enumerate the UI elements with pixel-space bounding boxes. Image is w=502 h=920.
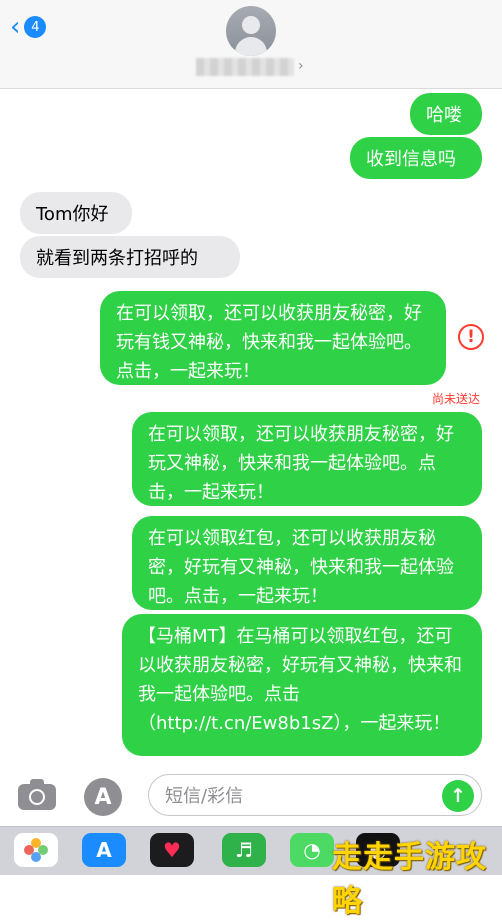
app-store-icon[interactable]: A xyxy=(82,833,126,867)
photos-icon[interactable] xyxy=(14,833,58,867)
send-button[interactable]: ↑ xyxy=(442,780,474,812)
message-input[interactable]: 短信/彩信 xyxy=(148,774,482,816)
music-app-icon[interactable]: ♬ xyxy=(222,833,266,867)
send-arrow-icon: ↑ xyxy=(450,785,466,807)
heart-app-icon[interactable]: ♥ xyxy=(150,833,194,867)
conversation-header: ‹ 4 › xyxy=(0,0,502,89)
message-text: Tom你好 xyxy=(36,204,109,225)
contact-avatar[interactable] xyxy=(226,6,276,56)
message-bubble-outgoing[interactable]: 在可以领取，还可以收获朋友秘密，好玩又神秘，快来和我一起体验吧。点击，一起来玩！ xyxy=(132,412,482,506)
message-text: 哈喽 xyxy=(426,105,462,126)
message-bubble-outgoing[interactable]: 在可以领取红包，还可以收获朋友秘密，好玩有又神秘，快来和我一起体验吧。点击，一起… xyxy=(132,516,482,610)
contact-details-chevron-icon[interactable]: › xyxy=(298,58,304,74)
chevron-left-icon: ‹ xyxy=(10,12,21,42)
message-bubble-incoming[interactable]: Tom你好 xyxy=(20,192,132,234)
message-text: 【马桶MT】在马桶可以领取红包，还可以收获朋友秘密，好玩有又神秘，快来和我一起体… xyxy=(138,626,462,734)
send-failed-icon[interactable]: ! xyxy=(458,324,484,350)
message-input-placeholder: 短信/彩信 xyxy=(165,786,244,807)
person-body-icon xyxy=(235,37,267,56)
message-bubble-outgoing-failed[interactable]: 在可以领取，还可以收获朋友秘密，好玩有钱又神秘，快来和我一起体验吧。点击，一起来… xyxy=(100,291,446,385)
message-text: 在可以领取，还可以收获朋友秘密，好玩有钱又神秘，快来和我一起体验吧。点击，一起来… xyxy=(116,303,422,382)
back-button[interactable]: ‹ 4 xyxy=(10,12,47,42)
message-bubble-outgoing[interactable]: 收到信息吗 xyxy=(350,137,482,179)
camera-icon[interactable] xyxy=(18,779,56,810)
green-app-icon[interactable]: ◔ xyxy=(290,833,334,867)
photos-flower-icon xyxy=(24,838,48,862)
message-text: 在可以领取红包，还可以收获朋友秘密，好玩有又神秘，快来和我一起体验吧。点击，一起… xyxy=(148,528,454,607)
message-bubble-outgoing[interactable]: 【马桶MT】在马桶可以领取红包，还可以收获朋友秘密，好玩有又神秘，快来和我一起体… xyxy=(122,614,482,756)
message-text: 收到信息吗 xyxy=(366,149,456,170)
message-bubble-incoming[interactable]: 就看到两条打招呼的 xyxy=(20,236,240,278)
message-text: 就看到两条打招呼的 xyxy=(36,248,198,269)
app-store-icon[interactable]: A xyxy=(84,778,122,816)
message-text: 在可以领取，还可以收获朋友秘密，好玩又神秘，快来和我一起体验吧。点击，一起来玩！ xyxy=(148,424,454,503)
not-delivered-label: 尚未送达 xyxy=(431,392,480,406)
blurred-contact-name[interactable] xyxy=(196,58,294,76)
person-head-icon xyxy=(242,16,260,34)
message-bubble-outgoing[interactable]: 哈喽 xyxy=(410,93,482,135)
unread-count-badge: 4 xyxy=(24,16,47,38)
watermark-logo: 走走手游攻略 xyxy=(332,840,487,919)
